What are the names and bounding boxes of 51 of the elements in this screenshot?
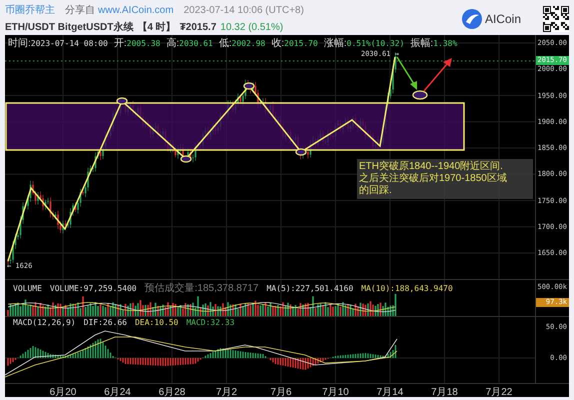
date-axis-label: 7月6	[270, 386, 292, 399]
date-axis-label: 6月20	[50, 386, 76, 399]
logo-icon	[462, 9, 482, 29]
info-value: 2023-07-14 08:00	[30, 39, 108, 48]
date-axis-label: 6月24	[104, 386, 131, 399]
price-change: 10.32 (0.51%)	[220, 22, 284, 33]
volume-reading: MA(10):188,643.9470	[361, 284, 453, 292]
volume-reading: VOLUME:97,259.5400	[50, 284, 137, 292]
pivot-marker	[180, 155, 192, 163]
info-value: 2015.70	[284, 39, 318, 48]
info-value: 2005.38	[126, 39, 160, 48]
info-value: 0.51%(10.32)	[346, 39, 404, 48]
info-value: 2030.61	[179, 39, 213, 48]
info-label: 高:	[166, 36, 180, 50]
date-axis-label: 7月14	[376, 386, 404, 399]
macd-indicator-menu[interactable]: MACD(12,26,9)	[13, 318, 76, 327]
date-axis-label: 6月28	[158, 386, 186, 399]
macd-reading: DEA:10.50	[134, 318, 178, 327]
info-label: 开:	[114, 37, 127, 50]
volume-reading: 预估成交量:185,378.8717	[144, 282, 259, 295]
date-axis-label: 7月10	[322, 386, 349, 399]
volume-reading: MA(5):227,501.4160	[266, 284, 354, 292]
macd-reading: DIF:26.66	[84, 318, 127, 327]
logo-text: AICoin	[484, 12, 521, 26]
annotation-line: 的回踩.	[359, 185, 393, 197]
last-price: ₮2015.7	[180, 22, 216, 33]
pivot-marker	[243, 82, 255, 90]
up-arrow	[423, 58, 452, 92]
info-value: 1.38%	[433, 39, 458, 48]
pivot-marker	[295, 148, 307, 156]
volume-indicator-menu[interactable]: VOLUME	[13, 284, 42, 292]
annotation-line: 之后关注突破后对1970-1850区域	[359, 173, 508, 185]
pivot-marker	[116, 97, 128, 105]
share-label: 分享自	[65, 4, 95, 17]
pivot-marker	[412, 90, 428, 100]
date-axis-label: 7月2	[216, 386, 238, 399]
info-label: 低:	[218, 37, 232, 50]
annotation-line: ETH突破原1840--1940附近区间.	[359, 161, 504, 172]
info-label: 振幅:	[410, 37, 434, 50]
qr-code-icon	[543, 6, 569, 32]
info-label: 时间:	[8, 36, 31, 50]
interval-label: 【4 时】	[137, 20, 176, 34]
timestamp: 2023-07-14 10:06 (UTC+8)	[184, 5, 304, 16]
date-axis-label: 7月18	[431, 386, 458, 399]
info-label: 涨幅:	[324, 36, 347, 50]
macd-reading: MACD:32.33	[186, 318, 235, 327]
down-arrow	[396, 56, 417, 90]
info-label: 收:	[271, 37, 284, 50]
trading-pair: ETH/USDT BitgetUSDT永续	[5, 20, 134, 34]
info-value: 2002.98	[232, 39, 266, 48]
date-axis-label: 7月22	[486, 386, 512, 399]
